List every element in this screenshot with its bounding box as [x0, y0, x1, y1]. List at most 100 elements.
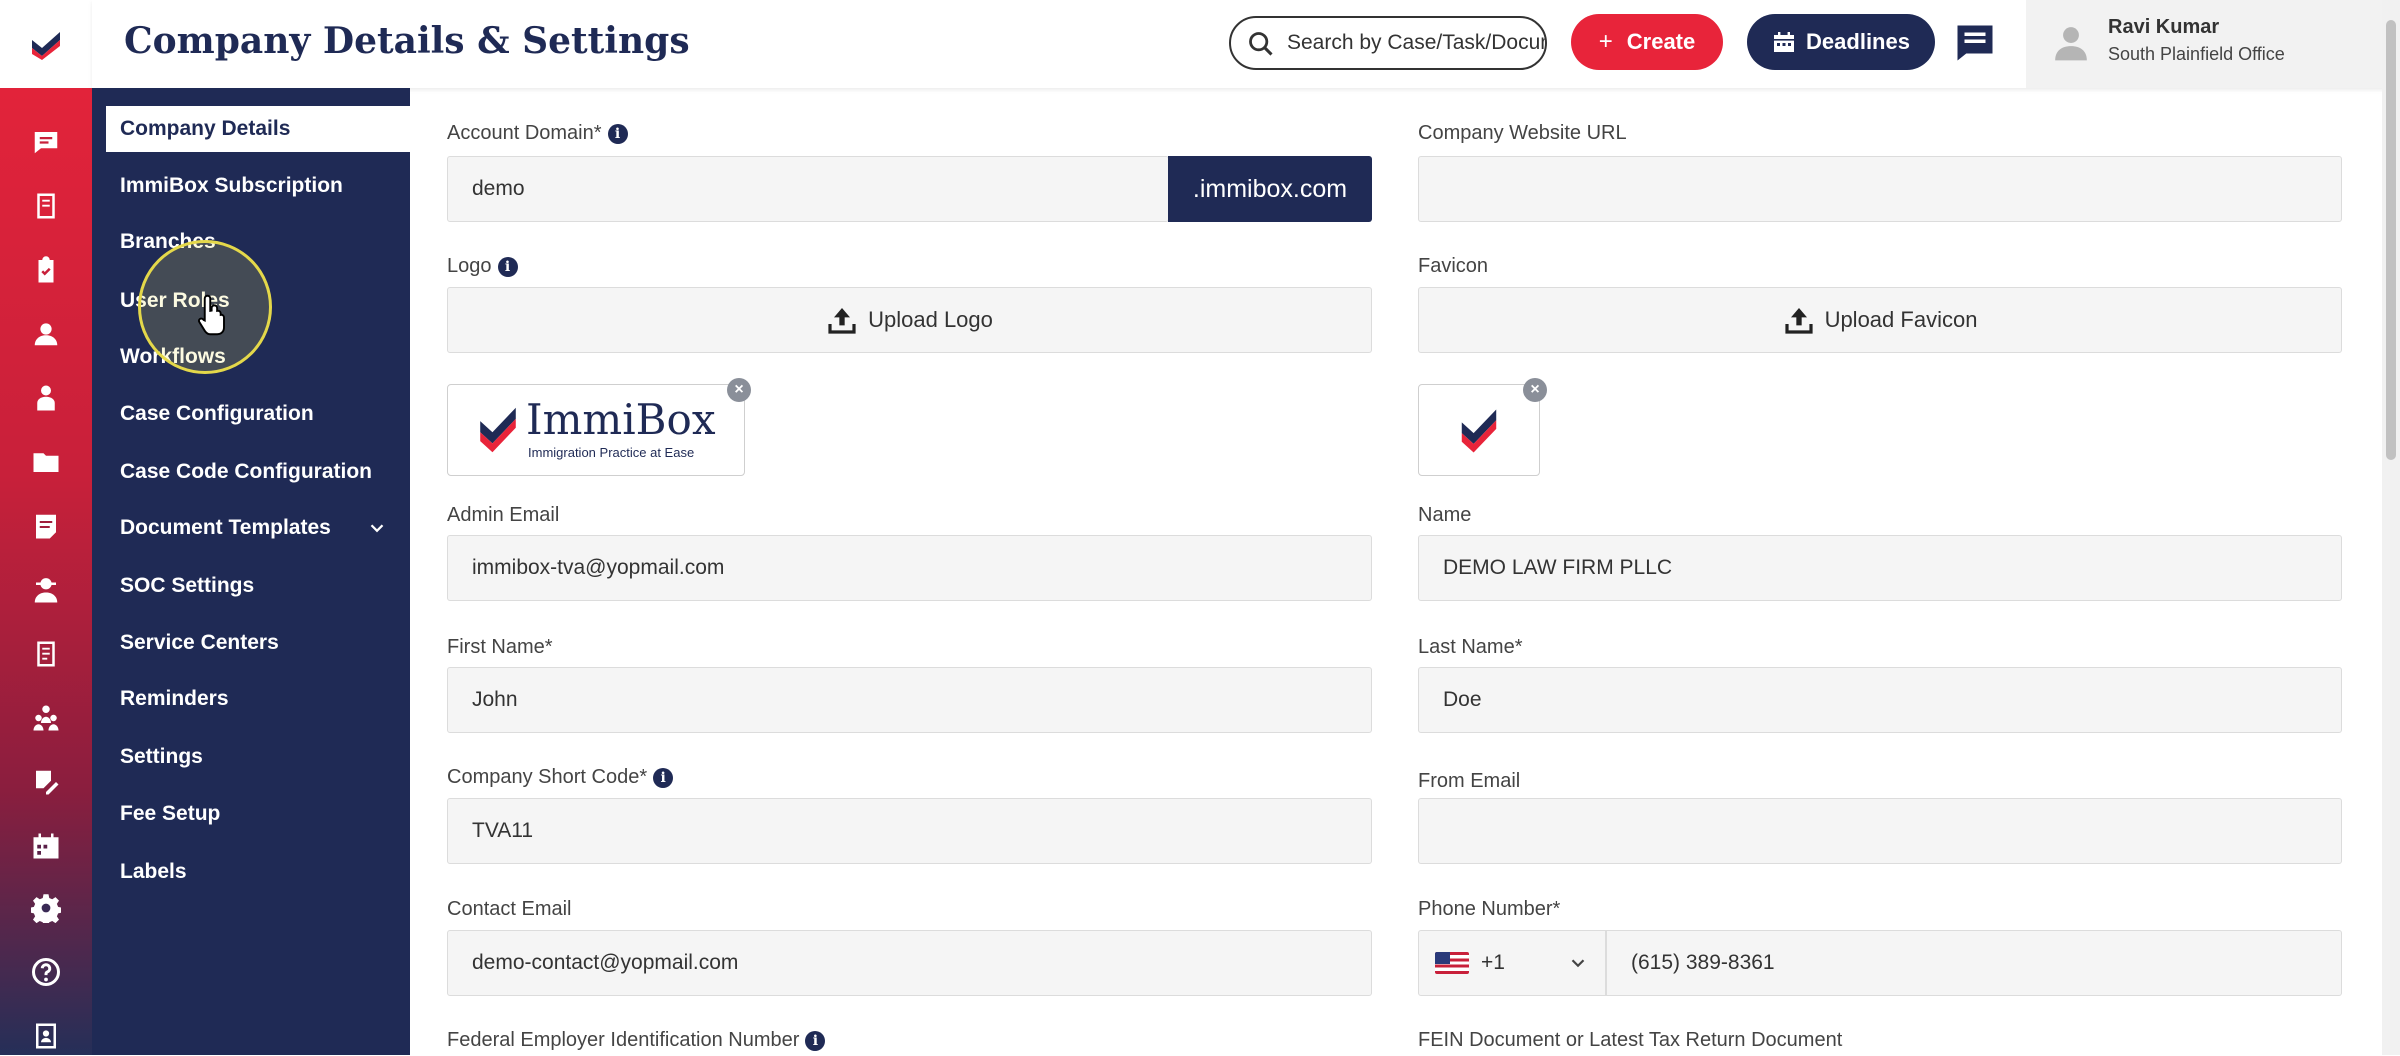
search-input[interactable] [1287, 31, 1545, 55]
name-field[interactable] [1418, 535, 2342, 601]
calendar-icon[interactable] [26, 826, 66, 866]
agent-icon[interactable] [26, 570, 66, 610]
remove-logo-icon[interactable]: × [727, 378, 751, 402]
submenu-item-workflows[interactable]: Workflows [92, 334, 410, 380]
last-name-field[interactable] [1418, 667, 2342, 733]
submenu-item-branches[interactable]: Branches [92, 219, 410, 265]
label-text: From Email [1418, 770, 1521, 792]
user-menu[interactable]: Ravi Kumar South Plainfield Office [2026, 0, 2400, 88]
admin-email-input[interactable] [472, 556, 1371, 580]
submenu-item-label: Document Templates [120, 516, 331, 539]
contact-email-input[interactable] [472, 951, 1371, 975]
upload-favicon-label: Upload Favicon [1824, 307, 1978, 332]
info-icon[interactable]: i [805, 1030, 826, 1051]
submenu-item-soc-settings[interactable]: SOC Settings [92, 563, 410, 609]
country-code-select[interactable]: +1 [1418, 930, 1606, 996]
deadlines-button[interactable]: Deadlines [1747, 14, 1935, 70]
from-email-field[interactable] [1418, 798, 2342, 864]
chat-icon[interactable] [26, 122, 66, 162]
deadlines-button-label: Deadlines [1806, 29, 1910, 54]
info-icon[interactable]: i [497, 256, 518, 277]
submenu-item-label: Workflows [120, 345, 226, 368]
user-name: Ravi Kumar [2108, 16, 2220, 38]
clipboard-icon[interactable] [26, 250, 66, 290]
user-icon[interactable] [26, 314, 66, 354]
admin-email-label: Admin Email [447, 504, 559, 527]
create-button[interactable]: + Create [1571, 14, 1723, 70]
submenu-item-immibox-subscription[interactable]: ImmiBox Subscription [92, 163, 410, 209]
hand-cursor-icon [197, 294, 225, 336]
submenu-item-label: Branches [120, 230, 216, 253]
submenu-item-labels[interactable]: Labels [92, 849, 410, 895]
create-button-label: Create [1626, 29, 1696, 54]
account-domain-input[interactable] [472, 177, 1168, 201]
chevron-down-icon[interactable] [366, 517, 388, 539]
submenu-item-service-centers[interactable]: Service Centers [92, 620, 410, 666]
messages-button[interactable] [1954, 22, 1996, 64]
label-text: Favicon [1418, 255, 1489, 277]
company-website-input[interactable] [1443, 177, 2341, 201]
folder-icon[interactable] [26, 442, 66, 482]
account-domain-field[interactable] [447, 156, 1169, 222]
submenu-item-label: Case Configuration [120, 402, 314, 425]
group-icon[interactable] [26, 698, 66, 738]
first-name-field[interactable] [447, 667, 1372, 733]
first-name-label: First Name* [447, 636, 553, 659]
remove-favicon-icon[interactable]: × [1523, 378, 1547, 402]
admin-email-field[interactable] [447, 535, 1372, 601]
submenu-item-user-roles[interactable]: User Roles [92, 278, 410, 324]
submenu-item-case-code-configuration[interactable]: Case Code Configuration [92, 449, 410, 495]
domain-suffix: .immibox.com [1168, 156, 1372, 222]
upload-favicon-button[interactable]: Upload Favicon [1418, 287, 2342, 353]
page-scrollbar[interactable] [2382, 0, 2400, 1055]
search-icon [1249, 32, 1273, 56]
company-website-field[interactable] [1418, 156, 2342, 222]
contacts-icon[interactable] [26, 1016, 66, 1056]
account-domain-label: Account Domain* i [447, 122, 628, 145]
submenu-item-reminders[interactable]: Reminders [92, 676, 410, 722]
app-logo[interactable] [0, 0, 92, 88]
logo-label: Logo i [447, 255, 518, 278]
favicon-label: Favicon [1418, 255, 1488, 278]
person-icon[interactable] [26, 378, 66, 418]
upload-logo-label: Upload Logo [868, 307, 993, 332]
first-name-input[interactable] [472, 688, 1371, 712]
submenu-item-case-configuration[interactable]: Case Configuration [92, 391, 410, 437]
from-email-input[interactable] [1443, 819, 2341, 843]
document-icon[interactable] [26, 506, 66, 546]
info-icon[interactable]: i [607, 123, 628, 144]
submenu-item-document-templates[interactable]: Document Templates [92, 505, 410, 551]
last-name-input[interactable] [1443, 688, 2341, 712]
phone-number-input[interactable] [1631, 951, 2341, 975]
submenu-item-label: SOC Settings [120, 574, 255, 597]
country-code-value: +1 [1481, 951, 1505, 974]
icon-rail [0, 0, 92, 1055]
upload-logo-button[interactable]: Upload Logo [447, 287, 1372, 353]
ledger-icon[interactable] [26, 634, 66, 674]
label-text: Name [1418, 504, 1472, 526]
submenu-item-company-details[interactable]: Company Details [106, 106, 410, 152]
company-short-code-field[interactable] [447, 798, 1372, 864]
search-box[interactable] [1229, 16, 1547, 70]
book-icon[interactable] [26, 186, 66, 226]
submenu-item-label: Company Details [120, 117, 291, 140]
immibox-favicon-icon [1461, 409, 1497, 453]
last-name-label: Last Name* [1418, 636, 1523, 659]
us-flag-icon [1435, 952, 1469, 974]
label-text: Federal Employer Identification Number [447, 1029, 800, 1051]
submenu-item-settings[interactable]: Settings [92, 734, 410, 780]
phone-number-field[interactable] [1606, 930, 2342, 996]
edit-icon[interactable] [26, 762, 66, 802]
info-icon[interactable]: i [653, 767, 674, 788]
submenu-item-fee-setup[interactable]: Fee Setup [92, 791, 410, 837]
gear-icon[interactable] [26, 888, 66, 928]
help-icon[interactable] [26, 952, 66, 992]
contact-email-field[interactable] [447, 930, 1372, 996]
company-short-code-label: Company Short Code* i [447, 766, 674, 789]
from-email-label: From Email [1418, 770, 1520, 793]
label-text: Admin Email [447, 504, 560, 526]
label-text: Logo [447, 255, 492, 277]
company-short-code-input[interactable] [472, 819, 1371, 843]
name-input[interactable] [1443, 556, 2341, 580]
scrollbar-thumb[interactable] [2386, 20, 2396, 460]
